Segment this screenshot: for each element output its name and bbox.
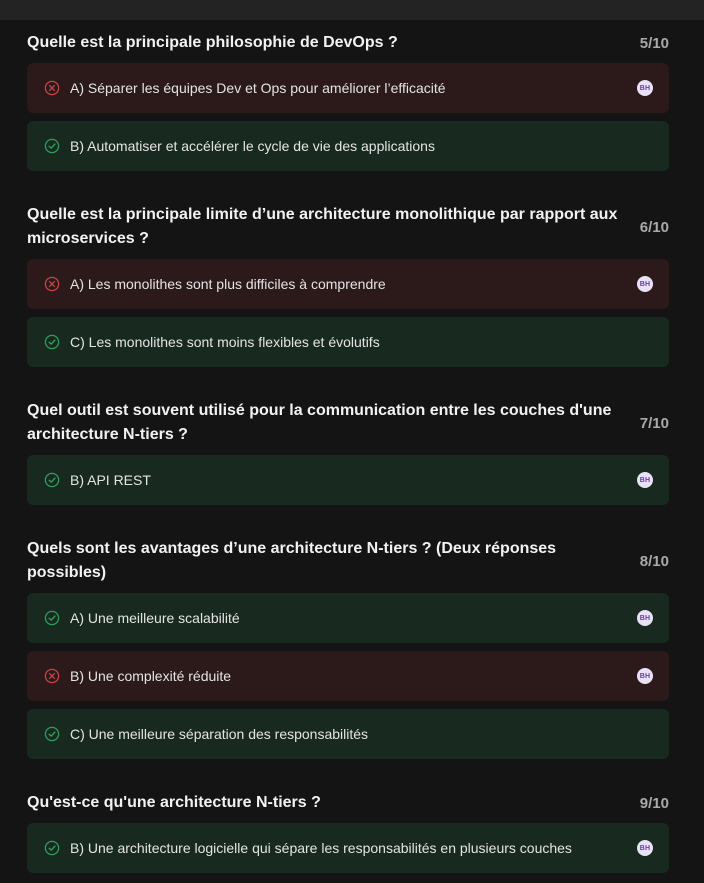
question-number: 7/10 [639, 414, 669, 432]
top-bar [0, 0, 704, 20]
answer-option-correct[interactable]: B) Une architecture logicielle qui sépar… [27, 823, 669, 873]
question-header: Quelle est la principale philosophie de … [27, 31, 669, 55]
question-header: Quels sont les avantages d’une architect… [27, 537, 669, 585]
check-circle-icon [44, 840, 60, 856]
check-circle-icon [44, 138, 60, 154]
check-circle-icon [44, 334, 60, 350]
answer-text: B) Automatiser et accélérer le cycle de … [70, 138, 435, 154]
check-circle-icon [44, 610, 60, 626]
x-circle-icon [44, 276, 60, 292]
answer-option-correct[interactable]: C) Les monolithes sont moins flexibles e… [27, 317, 669, 367]
answer-option-wrong[interactable]: A) Les monolithes sont plus difficiles à… [27, 259, 669, 309]
question-title: Quel outil est souvent utilisé pour la c… [27, 402, 612, 443]
question-number: 9/10 [639, 794, 669, 812]
user-avatar: BH [637, 840, 653, 856]
answer-text: C) Une meilleure séparation des responsa… [70, 726, 369, 742]
question-title: Quelle est la principale limite d’une ar… [27, 206, 618, 247]
user-avatar: BH [637, 472, 653, 488]
answer-option-correct[interactable]: A) Une meilleure scalabilité BH [27, 593, 669, 643]
x-circle-icon [44, 668, 60, 684]
question-header: Quelle est la principale limite d’une ar… [27, 203, 669, 251]
question-header: Quel outil est souvent utilisé pour la c… [27, 399, 669, 447]
question-title: Quelle est la principale philosophie de … [27, 34, 398, 51]
answer-text: A) Une meilleure scalabilité [70, 610, 240, 626]
user-avatar: BH [637, 276, 653, 292]
user-avatar: BH [637, 80, 653, 96]
check-circle-icon [44, 726, 60, 742]
answer-text: A) Séparer les équipes Dev et Ops pour a… [70, 80, 446, 96]
answer-text: C) Les monolithes sont moins flexibles e… [70, 334, 380, 350]
answer-option-wrong[interactable]: A) Séparer les équipes Dev et Ops pour a… [27, 63, 669, 113]
check-circle-icon [44, 472, 60, 488]
question-number: 8/10 [639, 552, 669, 570]
answer-text: B) API REST [70, 472, 151, 488]
answer-option-wrong[interactable]: B) Une complexité réduite BH [27, 651, 669, 701]
answer-text: B) Une complexité réduite [70, 668, 232, 684]
answer-text: A) Les monolithes sont plus difficiles à… [70, 276, 386, 292]
answer-option-correct[interactable]: B) Automatiser et accélérer le cycle de … [27, 121, 669, 171]
question-title: Quels sont les avantages d’une architect… [27, 540, 557, 581]
answer-option-correct[interactable]: B) API REST BH [27, 455, 669, 505]
answer-option-correct[interactable]: C) Une meilleure séparation des responsa… [27, 709, 669, 759]
question-header: Qu'est-ce qu'une architecture N-tiers ? 9… [27, 791, 669, 815]
user-avatar: BH [637, 668, 653, 684]
question-number: 6/10 [639, 218, 669, 236]
x-circle-icon [44, 80, 60, 96]
user-avatar: BH [637, 610, 653, 626]
answer-text: B) Une architecture logicielle qui sépar… [70, 840, 572, 856]
question-title: Qu'est-ce qu'une architecture N-tiers ? [27, 794, 321, 811]
question-number: 5/10 [639, 34, 669, 52]
